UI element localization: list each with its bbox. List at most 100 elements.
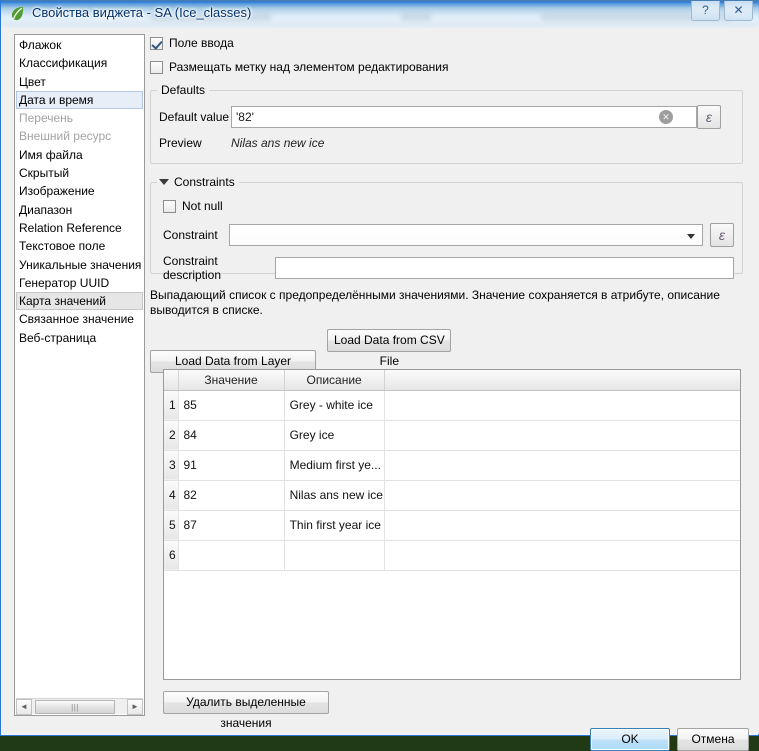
ok-button[interactable]: OK	[590, 728, 670, 751]
table-row[interactable]: 6	[164, 540, 740, 571]
constraint-row: Constraint ε	[163, 223, 734, 247]
table-corner-header	[164, 370, 179, 391]
delete-selected-values-button[interactable]: Удалить выделенные значения	[163, 691, 329, 730]
sidebar-item-classification[interactable]: Классификация	[16, 54, 143, 72]
sidebar-item-range[interactable]: Диапазон	[16, 201, 143, 219]
constraint-label: Constraint	[163, 228, 218, 242]
default-value-label: Default value	[159, 110, 230, 124]
sidebar-item-filename[interactable]: Имя файла	[16, 146, 143, 164]
cell-empty	[384, 540, 740, 571]
cell-value[interactable]: 84	[178, 420, 285, 451]
constraint-description-row: Constraint description	[163, 254, 734, 282]
close-button[interactable]: ✕	[724, 1, 753, 21]
editable-label: Поле ввода	[169, 36, 234, 50]
label-on-top-label: Размещать метку над элементом редактиров…	[169, 60, 449, 74]
row-number: 4	[164, 480, 179, 511]
dialog-window: Свойства виджета - SA (Ice_classes) ? ✕ …	[0, 0, 759, 751]
table-header-row: Значение Описание	[164, 370, 740, 391]
defaults-group: Defaults Default value '82' ✕ ε Preview …	[150, 83, 743, 164]
cell-value[interactable]: 91	[178, 450, 285, 481]
constraints-group-label: Constraints	[174, 175, 235, 189]
sidebar-horizontal-scrollbar[interactable]: ◄ ||| ►	[16, 698, 143, 715]
cell-description[interactable]: Nilas ans new ice	[284, 480, 385, 511]
qgis-leaf-icon	[11, 7, 24, 21]
preview-label: Preview	[159, 136, 202, 150]
cell-description[interactable]: Grey ice	[284, 420, 385, 451]
sidebar-item-color[interactable]: Цвет	[16, 73, 143, 91]
load-buttons-row: Load Data from Layer Load Data from CSV …	[150, 329, 750, 373]
preview-value: Nilas ans new ice	[231, 136, 325, 150]
value-map-table[interactable]: Значение Описание 1 85 Grey - white ice …	[163, 369, 741, 680]
sidebar-item-web-view[interactable]: Веб-страница	[16, 329, 143, 347]
preview-row: Preview Nilas ans new ice	[159, 136, 734, 150]
label-on-top-checkbox-row[interactable]: Размещать метку над элементом редактиров…	[150, 58, 750, 76]
table-row[interactable]: 4 82 Nilas ans new ice	[164, 480, 740, 511]
table-row[interactable]: 3 91 Medium first ye...	[164, 450, 740, 481]
column-header-description[interactable]: Описание	[284, 370, 385, 391]
sidebar-item-checkbox[interactable]: Флажок	[16, 36, 143, 54]
sidebar-item-hidden[interactable]: Скрытый	[16, 164, 143, 182]
sidebar-item-value-map[interactable]: Карта значений	[16, 292, 143, 311]
table-row[interactable]: 2 84 Grey ice	[164, 420, 740, 451]
table-row[interactable]: 5 87 Thin first year ice	[164, 510, 740, 541]
value-map-description: Выпадающий список с предопределёнными зн…	[150, 288, 720, 317]
triangle-down-icon[interactable]	[159, 179, 169, 185]
scroll-right-arrow-icon[interactable]: ►	[127, 699, 143, 715]
default-value-input[interactable]: '82'	[231, 106, 697, 128]
cell-description[interactable]	[284, 540, 385, 571]
constraints-group: Constraints Not null Constraint ε Constr…	[150, 175, 743, 282]
scrollbar-thumb[interactable]: |||	[35, 700, 115, 714]
sidebar-item-datetime[interactable]: Дата и время	[16, 90, 143, 110]
cell-empty	[384, 450, 740, 481]
row-number: 2	[164, 420, 179, 451]
cell-value[interactable]: 87	[178, 510, 285, 541]
sidebar-item-enumeration: Перечень	[19, 111, 74, 126]
constraint-description-input[interactable]	[275, 257, 734, 279]
not-null-checkbox[interactable]	[163, 199, 176, 213]
widget-type-list: Флажок Классификация Цвет Дата и время П…	[14, 34, 145, 716]
load-data-from-csv-button[interactable]: Load Data from CSV File	[327, 329, 452, 368]
sidebar-item-text-edit[interactable]: Текстовое поле	[16, 237, 143, 255]
widget-type-list-items[interactable]: Флажок Классификация Цвет Дата и время П…	[16, 36, 143, 685]
label-on-top-checkbox[interactable]	[150, 60, 163, 74]
not-null-checkbox-row[interactable]: Not null	[163, 197, 734, 215]
cell-value[interactable]: 82	[178, 480, 285, 511]
cell-description[interactable]: Grey - white ice	[284, 390, 385, 421]
sidebar-item-unique-values[interactable]: Уникальные значения	[16, 256, 143, 274]
not-null-label: Not null	[182, 199, 223, 213]
cell-value[interactable]: 85	[178, 390, 285, 421]
sidebar-item-photo[interactable]: Изображение	[16, 182, 143, 200]
cancel-button[interactable]: Отмена	[677, 728, 749, 751]
sidebar-item-external-resource: Внешний ресурс	[19, 129, 112, 144]
titlebar: Свойства виджета - SA (Ice_classes) ? ✕	[1, 0, 759, 28]
chevron-down-icon[interactable]	[687, 234, 695, 239]
window-title: Свойства виджета - SA (Ice_classes)	[32, 5, 252, 20]
editable-checkbox[interactable]	[150, 36, 163, 50]
constraint-combobox[interactable]	[229, 224, 703, 246]
default-value-expression-button[interactable]: ε	[697, 105, 721, 129]
cell-empty	[384, 510, 740, 541]
sidebar-item-relation-reference[interactable]: Relation Reference	[16, 219, 143, 237]
cell-value[interactable]	[178, 540, 285, 571]
constraints-group-title[interactable]: Constraints	[157, 175, 239, 189]
row-number: 6	[164, 540, 179, 571]
cell-empty	[384, 420, 740, 451]
sidebar-item-value-relation[interactable]: Связанное значение	[16, 310, 143, 328]
sidebar-item-uuid-generator[interactable]: Генератор UUID	[16, 274, 143, 292]
default-value-row: Default value '82' ✕ ε	[159, 105, 734, 129]
cell-description[interactable]: Thin first year ice	[284, 510, 385, 541]
editable-checkbox-row[interactable]: Поле ввода	[150, 34, 750, 52]
cell-empty	[384, 480, 740, 511]
widget-config-panel: Поле ввода Размещать метку над элементом…	[150, 34, 750, 373]
scroll-left-arrow-icon[interactable]: ◄	[16, 699, 32, 715]
cell-empty	[384, 390, 740, 421]
column-header-value[interactable]: Значение	[178, 370, 285, 391]
constraint-expression-button[interactable]: ε	[710, 223, 734, 247]
cell-description[interactable]: Medium first ye...	[284, 450, 385, 481]
column-header-empty	[384, 370, 740, 391]
help-button[interactable]: ?	[691, 1, 720, 21]
table-row[interactable]: 1 85 Grey - white ice	[164, 390, 740, 421]
clear-default-value-icon[interactable]: ✕	[659, 110, 673, 124]
row-number: 5	[164, 510, 179, 541]
dialog-body: Флажок Классификация Цвет Дата и время П…	[2, 28, 759, 751]
